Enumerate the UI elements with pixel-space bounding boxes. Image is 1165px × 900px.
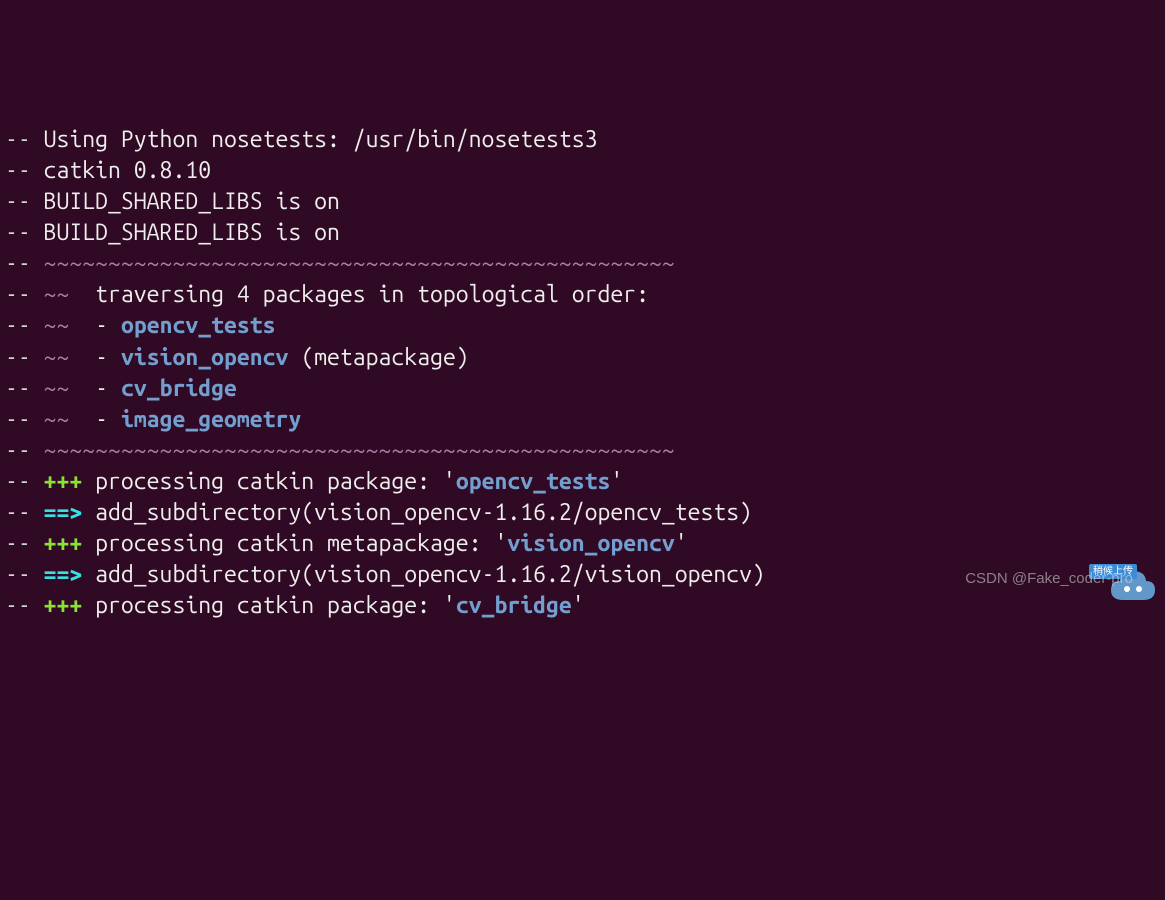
text-segment: ' [675,531,688,556]
text-segment: -- [5,562,44,587]
text-segment: -- [5,282,44,307]
terminal-line: -- +++ processing catkin package: 'openc… [5,466,1160,497]
text-segment: -- [5,469,44,494]
terminal-line: -- ~~ - cv_bridge [5,373,1160,404]
text-segment: processing catkin metapackage: ' [82,531,507,556]
text-segment: opencv_tests [456,469,611,494]
text-segment: - [69,345,121,370]
text-segment: ~~ [44,345,70,370]
text-segment: -- [5,407,44,432]
text-segment: -- [5,531,44,556]
text-segment: ~~ [44,282,70,307]
text-segment: ~~ [44,407,70,432]
terminal-line: -- ~~ - image_geometry [5,404,1160,435]
text-segment: ~~ [44,313,70,338]
terminal-line: -- +++ processing catkin metapackage: 'v… [5,528,1160,559]
text-segment: ' [610,469,623,494]
text-segment: -- [5,158,44,183]
text-segment: -- [5,376,44,401]
terminal-line: -- ~~ - opencv_tests [5,310,1160,341]
text-segment: BUILD_SHARED_LIBS is on [44,189,340,214]
text-segment: -- [5,189,44,214]
text-segment: -- [5,251,44,276]
text-segment: -- [5,438,44,463]
text-segment: BUILD_SHARED_LIBS is on [44,220,340,245]
text-segment: (metapackage) [288,345,468,370]
text-segment: -- [5,345,44,370]
terminal-line: -- ~~~~~~~~~~~~~~~~~~~~~~~~~~~~~~~~~~~~~… [5,435,1160,466]
terminal-line: -- ==> add_subdirectory(vision_opencv-1.… [5,497,1160,528]
text-segment: Using Python nosetests: /usr/bin/nosetes… [44,127,598,152]
text-segment: image_geometry [121,407,301,432]
text-segment: ==> [44,500,83,525]
text-segment: opencv_tests [121,313,276,338]
text-segment: +++ [44,469,83,494]
text-segment: - [69,313,121,338]
text-segment: traversing 4 packages in topological ord… [69,282,649,307]
text-segment: catkin 0.8.10 [44,158,211,183]
terminal-line: -- +++ processing catkin package: 'cv_br… [5,590,1160,621]
terminal-line: -- ~~~~~~~~~~~~~~~~~~~~~~~~~~~~~~~~~~~~~… [5,248,1160,279]
terminal-output: -- Using Python nosetests: /usr/bin/nose… [5,124,1160,621]
text-segment: cv_bridge [121,376,237,401]
watermark-text: CSDN @Fake_coder-pro [965,569,1133,589]
text-segment: ~~~~~~~~~~~~~~~~~~~~~~~~~~~~~~~~~~~~~~~~… [44,438,675,463]
text-segment: - [69,407,121,432]
text-segment: add_subdirectory(vision_opencv-1.16.2/vi… [82,562,765,587]
terminal-line: -- ~~ - vision_opencv (metapackage) [5,342,1160,373]
text-segment: processing catkin package: ' [82,469,456,494]
text-segment: ==> [44,562,83,587]
text-segment: vision_opencv [507,531,674,556]
terminal-line: -- BUILD_SHARED_LIBS is on [5,217,1160,248]
text-segment: ~~ [44,376,70,401]
text-segment: -- [5,127,44,152]
text-segment: - [69,376,121,401]
terminal-line: -- catkin 0.8.10 [5,155,1160,186]
terminal-line: -- BUILD_SHARED_LIBS is on [5,186,1160,217]
text-segment: add_subdirectory(vision_opencv-1.16.2/op… [82,500,752,525]
text-segment: ~~~~~~~~~~~~~~~~~~~~~~~~~~~~~~~~~~~~~~~~… [44,251,675,276]
text-segment: vision_opencv [121,345,288,370]
text-segment: -- [5,220,44,245]
text-segment: -- [5,313,44,338]
terminal-line: -- Using Python nosetests: /usr/bin/nose… [5,124,1160,155]
text-segment: +++ [44,531,83,556]
text-segment: -- [5,500,44,525]
terminal-line: -- ~~ traversing 4 packages in topologic… [5,279,1160,310]
